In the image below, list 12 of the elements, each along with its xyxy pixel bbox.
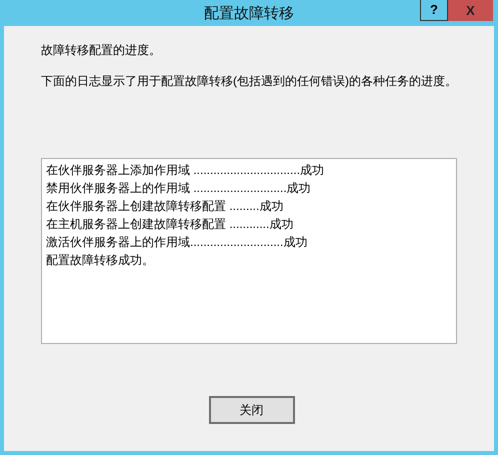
description-text: 下面的日志显示了用于配置故障转移(包括遇到的任何错误)的各种任务的进度。 (41, 73, 457, 90)
log-line: 在伙伴服务器上添加作用域 ................................成功 (46, 162, 326, 179)
log-line: 在主机服务器上创建故障转移配置 ............成功 (46, 216, 294, 233)
log-line: 配置故障转移成功。 (46, 252, 155, 269)
close-dialog-button[interactable]: 关闭 (208, 396, 294, 424)
log-line: 禁用伙伴服务器上的作用域 ............................成功 (46, 180, 312, 197)
heading-text: 故障转移配置的进度。 (41, 42, 162, 59)
log-line: 激活伙伴服务器上的作用域............................成功 (46, 234, 308, 251)
log-line: 在伙伴服务器上创建故障转移配置 .........成功 (46, 198, 284, 215)
close-button[interactable]: X (448, 0, 493, 21)
window-title: 配置故障转移 (204, 4, 294, 24)
help-button[interactable]: ? (420, 0, 448, 21)
